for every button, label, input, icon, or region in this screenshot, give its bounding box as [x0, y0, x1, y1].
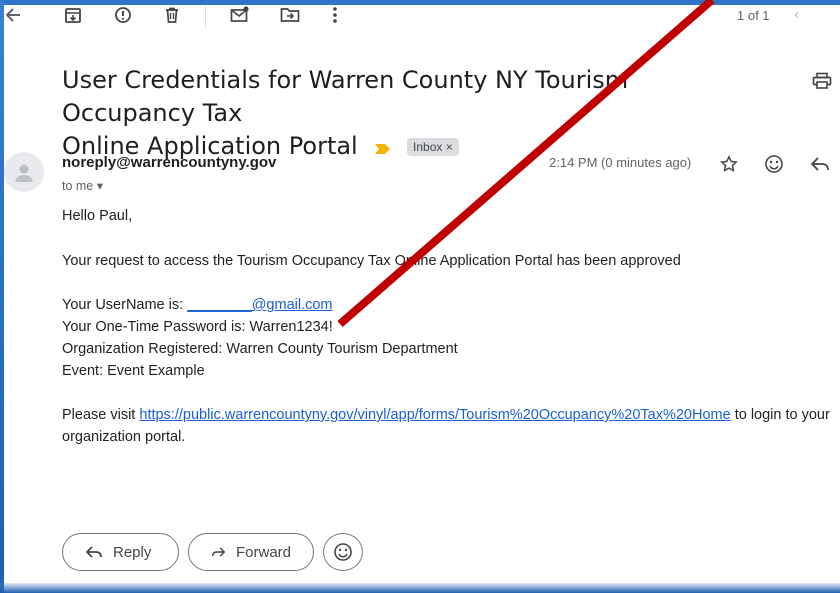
reply-button[interactable]: Reply [62, 533, 179, 571]
chevron-left-icon[interactable]: ‹ [794, 6, 799, 24]
inbox-label-chip: Inbox × [407, 138, 459, 156]
important-marker-icon[interactable] [375, 131, 391, 164]
report-spam-icon[interactable] [112, 4, 134, 26]
username-link[interactable]: ________@gmail.com [187, 297, 332, 313]
visit-line-2: organization portal. [62, 429, 186, 445]
pager-count: 1 of 1 [737, 8, 770, 23]
recipient-text: to me [62, 179, 94, 193]
print-icon[interactable] [812, 72, 832, 95]
visit-line: Please visit https://public.warrencounty… [62, 407, 830, 423]
toolbar-divider [205, 6, 206, 28]
event-line: Event: Event Example [62, 363, 205, 379]
portal-link[interactable]: https://public.warrencountyny.gov/vinyl/… [139, 407, 730, 423]
subject-line-1: User Credentials for Warren County NY To… [62, 66, 629, 127]
star-icon[interactable] [717, 152, 741, 176]
emoji-icon [334, 543, 352, 561]
greeting-text: Hello Paul, [62, 208, 133, 224]
forward-label: Forward [235, 543, 291, 561]
forward-button[interactable]: Forward [188, 533, 314, 571]
reply-arrow-icon [85, 546, 102, 558]
mark-unread-icon[interactable] [229, 4, 251, 26]
chevron-down-icon[interactable]: ▾ [97, 179, 103, 193]
reply-icon[interactable] [808, 152, 832, 176]
delete-icon[interactable] [161, 4, 183, 26]
inbox-label-text: Inbox [413, 140, 443, 154]
add-reaction-icon[interactable] [762, 152, 786, 176]
sender-avatar [4, 152, 44, 192]
archive-icon[interactable] [62, 4, 84, 26]
more-vert-icon[interactable] [324, 4, 346, 26]
username-line: Your UserName is: ________@gmail.com [62, 297, 333, 313]
visit-prefix: Please visit [62, 407, 140, 423]
message-toolbar: 1 of 1 ‹ [0, 0, 840, 34]
password-line: Your One-Time Password is: Warren1234! [62, 319, 333, 335]
back-arrow-icon[interactable] [2, 4, 24, 26]
email-subject: User Credentials for Warren County NY To… [62, 64, 762, 164]
approval-text: Your request to access the Tourism Occup… [62, 253, 681, 269]
move-to-icon[interactable] [279, 4, 301, 26]
window-frame-bottom [0, 583, 840, 593]
username-label: Your UserName is: [62, 297, 188, 313]
reply-label: Reply [113, 543, 152, 561]
received-time: 2:14 PM (0 minutes ago) [549, 155, 692, 170]
sender-address[interactable]: noreply@warrencountyny.gov [62, 154, 276, 171]
window-frame-left [0, 0, 4, 593]
organization-line: Organization Registered: Warren County T… [62, 341, 458, 357]
emoji-reaction-button[interactable] [323, 533, 363, 571]
visit-suffix: to login to your [730, 407, 830, 423]
forward-arrow-icon [211, 547, 226, 557]
remove-label-button[interactable]: × [446, 140, 453, 154]
recipient-details[interactable]: to me ▾ [62, 178, 103, 193]
